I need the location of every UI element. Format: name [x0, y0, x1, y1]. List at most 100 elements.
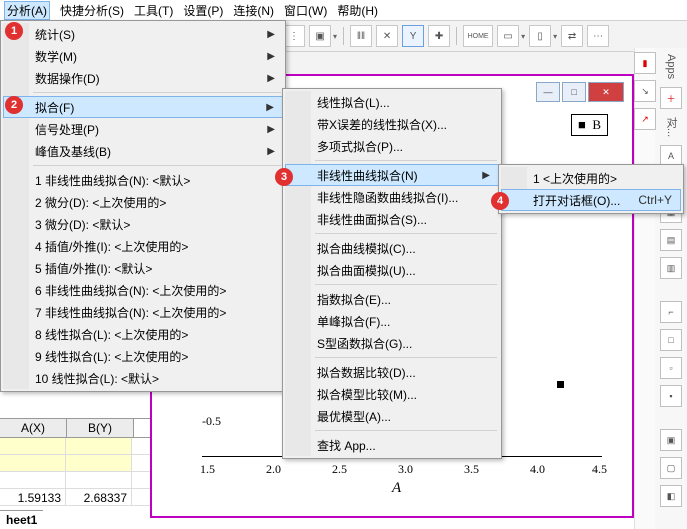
- table-row[interactable]: 1.591332.68337: [0, 489, 150, 506]
- tb-home-icon[interactable]: HOME: [463, 25, 493, 47]
- menu-item[interactable]: S型函数拟合(G)...: [285, 332, 499, 354]
- tb-merge-icon[interactable]: ▭: [497, 25, 519, 47]
- col-header-b[interactable]: B(Y): [67, 419, 134, 437]
- tb-func1-icon[interactable]: ⋮: [283, 25, 305, 47]
- menu-item[interactable]: 7 非线性曲线拟合(N): <上次使用的>: [3, 301, 283, 323]
- x-tick: 4.5: [592, 462, 607, 477]
- tb-link-icon[interactable]: ⇄: [561, 25, 583, 47]
- dock-tool7-icon[interactable]: □: [660, 329, 682, 351]
- x-tick: 3.5: [464, 462, 479, 477]
- menu-item[interactable]: 拟合(F)▶: [3, 96, 283, 118]
- menu-item[interactable]: 峰值及基线(B)▶: [3, 140, 283, 162]
- menu-item[interactable]: 9 线性拟合(L): <上次使用的>: [3, 345, 283, 367]
- menu-item[interactable]: 单峰拟合(F)...: [285, 310, 499, 332]
- dock-tool6-icon[interactable]: ⌐: [660, 301, 682, 323]
- badge-3: 3: [275, 168, 293, 186]
- menu-item[interactable]: 8 线性拟合(L): <上次使用的>: [3, 323, 283, 345]
- tb-plotxy-icon[interactable]: ▣: [309, 25, 331, 47]
- dock-tool8-icon[interactable]: ▫: [660, 357, 682, 379]
- dock-tool11-icon[interactable]: ▢: [660, 457, 682, 479]
- dock-tool9-icon[interactable]: ▪: [660, 385, 682, 407]
- menu-quickanalysis[interactable]: 快捷分析(S): [60, 2, 124, 19]
- right-dock: Apps ＋ 对... A ▭ ▦ ▤ ▥ ⌐ □ ▫ ▪ ▣ ▢ ◧: [654, 48, 687, 529]
- dock2-b-icon[interactable]: ↘: [634, 80, 656, 102]
- x-tick: 2.0: [266, 462, 281, 477]
- table-row[interactable]: [0, 455, 150, 472]
- badge-2: 2: [5, 96, 23, 114]
- menu-item[interactable]: 带X误差的线性拟合(X)...: [285, 113, 499, 135]
- close-button[interactable]: ✕: [588, 82, 624, 102]
- dock-tool10-icon[interactable]: ▣: [660, 429, 682, 451]
- fit-submenu: 线性拟合(L)...带X误差的线性拟合(X)...多项式拟合(P)... 非线性曲…: [282, 88, 502, 459]
- menu-item[interactable]: 线性拟合(L)...: [285, 91, 499, 113]
- tb-grid-icon[interactable]: ✚: [428, 25, 450, 47]
- tb-extract-icon[interactable]: ▯: [529, 25, 551, 47]
- menu-item[interactable]: 统计(S)▶: [3, 23, 283, 45]
- menu-separator: [315, 160, 497, 161]
- tb-y-icon[interactable]: Y: [402, 25, 424, 47]
- menu-item[interactable]: 拟合曲面模拟(U)...: [285, 259, 499, 281]
- menu-item[interactable]: 打开对话框(O)...Ctrl+Y: [501, 189, 681, 211]
- dock-tool12-icon[interactable]: ◧: [660, 485, 682, 507]
- data-point-marker: [557, 381, 564, 388]
- tb-misc-icon[interactable]: ⋯: [587, 25, 609, 47]
- menu-item[interactable]: 6 非线性曲线拟合(N): <上次使用的>: [3, 279, 283, 301]
- menu-item[interactable]: 非线性曲线拟合(N)▶: [285, 164, 499, 186]
- menu-item[interactable]: 多项式拟合(P)...: [285, 135, 499, 157]
- right-dock-2: ▮ ↘ ↗: [634, 48, 655, 529]
- menu-item[interactable]: 信号处理(P)▶: [3, 118, 283, 140]
- menu-item[interactable]: 数学(M)▶: [3, 45, 283, 67]
- menu-item[interactable]: 3 微分(D): <默认>: [3, 213, 283, 235]
- submenu-arrow-icon: ▶: [266, 102, 274, 113]
- menu-item[interactable]: 非线性曲面拟合(S)...: [285, 208, 499, 230]
- menu-item[interactable]: 指数拟合(E)...: [285, 288, 499, 310]
- menu-help[interactable]: 帮助(H): [337, 2, 378, 19]
- tb-err-icon[interactable]: ‖‖: [350, 25, 372, 47]
- table-row[interactable]: [0, 472, 150, 489]
- nlfit-submenu: 1 <上次使用的>打开对话框(O)...Ctrl+Y: [498, 164, 684, 214]
- submenu-arrow-icon: ▶: [482, 170, 490, 181]
- menu-settings[interactable]: 设置(P): [183, 2, 223, 19]
- maximize-button[interactable]: □: [562, 82, 586, 102]
- x-axis-label: A: [392, 480, 401, 497]
- dock-add-icon[interactable]: ＋: [660, 87, 682, 109]
- menu-item[interactable]: 最优模型(A)...: [285, 405, 499, 427]
- menu-item[interactable]: 拟合数据比较(D)...: [285, 361, 499, 383]
- plot-window-controls: — □ ✕: [534, 82, 624, 104]
- apps-panel-label[interactable]: Apps: [665, 54, 677, 79]
- dock2-a-icon[interactable]: ▮: [634, 52, 656, 74]
- plot-legend[interactable]: ■ B: [571, 114, 608, 136]
- menu-item[interactable]: 查找 App...: [285, 434, 499, 456]
- menu-item[interactable]: 1 <上次使用的>: [501, 167, 681, 189]
- menu-separator: [315, 357, 497, 358]
- menu-item[interactable]: 拟合模型比较(M)...: [285, 383, 499, 405]
- menu-item[interactable]: 10 线性拟合(L): <默认>: [3, 367, 283, 389]
- worksheet: A(X) B(Y) 1.591332.68337: [0, 418, 150, 506]
- submenu-arrow-icon: ▶: [267, 29, 275, 40]
- tb-x-icon[interactable]: ✕: [376, 25, 398, 47]
- menu-connect[interactable]: 连接(N): [233, 2, 274, 19]
- menu-window[interactable]: 窗口(W): [284, 2, 327, 19]
- x-tick: 2.5: [332, 462, 347, 477]
- menu-item[interactable]: 4 插值/外推(I): <上次使用的>: [3, 235, 283, 257]
- x-tick: 1.5: [200, 462, 215, 477]
- menu-item[interactable]: 5 插值/外推(I): <默认>: [3, 257, 283, 279]
- dock-tool4-icon[interactable]: ▤: [660, 229, 682, 251]
- table-row[interactable]: [0, 438, 150, 455]
- col-header-a[interactable]: A(X): [0, 419, 67, 437]
- minimize-button[interactable]: —: [536, 82, 560, 102]
- dock-tool5-icon[interactable]: ▥: [660, 257, 682, 279]
- menu-item[interactable]: 非线性隐函数曲线拟合(I)...: [285, 186, 499, 208]
- menu-item[interactable]: 数据操作(D)▶: [3, 67, 283, 89]
- analysis-menu: 统计(S)▶数学(M)▶数据操作(D)▶ 拟合(F)▶信号处理(P)▶峰值及基线(…: [0, 20, 286, 392]
- submenu-arrow-icon: ▶: [267, 124, 275, 135]
- menu-item[interactable]: 2 微分(D): <上次使用的>: [3, 191, 283, 213]
- menu-tools[interactable]: 工具(T): [134, 2, 173, 19]
- menu-item[interactable]: 1 非线性曲线拟合(N): <默认>: [3, 169, 283, 191]
- object-panel-label[interactable]: 对...: [663, 117, 679, 137]
- x-tick: 4.0: [530, 462, 545, 477]
- menu-item[interactable]: 拟合曲线模拟(C)...: [285, 237, 499, 259]
- menu-analysis[interactable]: 分析(A): [4, 1, 50, 20]
- dock2-c-icon[interactable]: ↗: [634, 108, 656, 130]
- sheet-tab[interactable]: heet1: [0, 510, 43, 529]
